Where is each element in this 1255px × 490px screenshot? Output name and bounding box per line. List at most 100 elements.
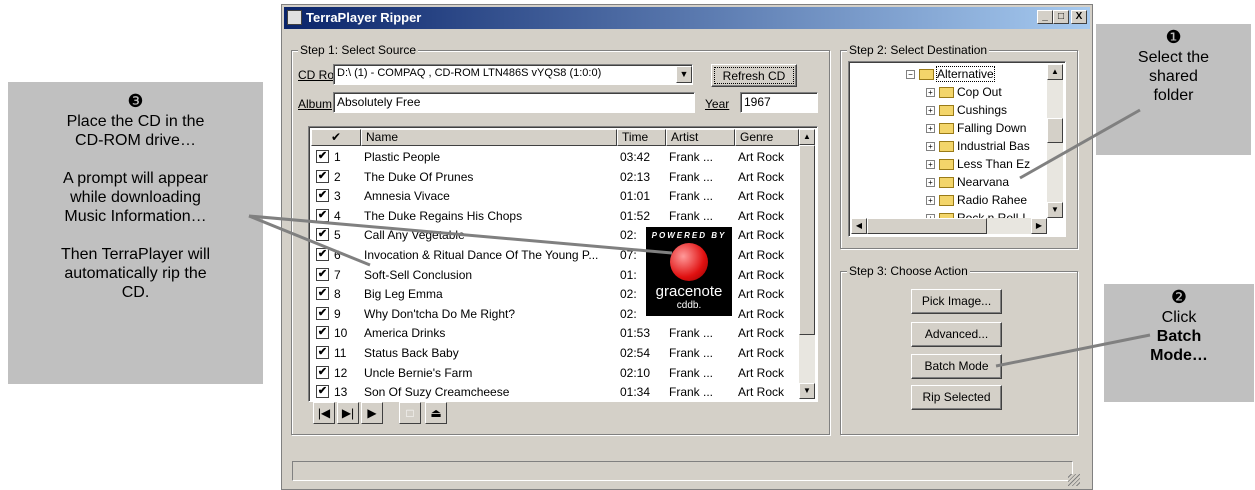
scroll-down-icon[interactable]: ▼	[1047, 202, 1063, 218]
window-title: TerraPlayer Ripper	[306, 10, 422, 25]
rip-selected-button[interactable]: Rip Selected	[911, 385, 1002, 410]
track-checkbox[interactable]: ✔	[316, 189, 329, 203]
table-row[interactable]: ✔ 10 America Drinks 01:53 Frank ... Art Rock	[311, 323, 791, 343]
chevron-down-icon[interactable]: ▼	[676, 66, 692, 83]
header-time[interactable]: Time	[617, 129, 666, 146]
stop-icon[interactable]: □	[399, 402, 421, 424]
close-button[interactable]: X	[1071, 10, 1087, 24]
eject-icon[interactable]: ⏏	[425, 402, 447, 424]
track-checkbox[interactable]: ✔	[316, 248, 329, 261]
callout-number-3: ❸	[127, 91, 144, 112]
track-checkbox[interactable]: ✔	[316, 287, 329, 301]
track-genre: Art Rock	[738, 385, 785, 400]
track-checkbox[interactable]: ✔	[316, 208, 329, 222]
track-artist: Frank ...	[669, 169, 714, 184]
track-artist: Frank ...	[669, 150, 714, 164]
track-checkbox[interactable]: ✔	[316, 267, 329, 281]
callout-text-line: Mode…	[1150, 347, 1208, 364]
track-genre: Art Rock	[738, 189, 785, 204]
tree-vscroll[interactable]: ▲ ▼	[1047, 64, 1063, 218]
refresh-cd-button[interactable]: Refresh CD	[711, 64, 797, 87]
minimize-button[interactable]: _	[1037, 10, 1053, 24]
track-number: 11	[334, 346, 347, 360]
track-number: 1	[334, 150, 341, 164]
next-track-icon[interactable]: ▶|	[337, 402, 359, 424]
track-name: Big Leg Emma	[364, 287, 443, 302]
track-genre: Art Rock	[738, 150, 785, 164]
track-name: Son Of Suzy Creamcheese	[364, 385, 510, 400]
scroll-thumb[interactable]	[867, 218, 987, 234]
track-name: Soft-Sell Conclusion	[364, 267, 473, 282]
callout-click-batch: ❷ Click Batch Mode…	[1104, 284, 1254, 402]
track-name: The Duke Of Prunes	[364, 169, 474, 184]
expand-icon[interactable]: +	[926, 88, 935, 97]
prev-track-icon[interactable]: |◀	[313, 402, 335, 424]
scroll-thumb[interactable]	[799, 145, 815, 335]
play-icon[interactable]: ▶	[361, 402, 383, 424]
track-time: 07:	[620, 248, 637, 262]
gracenote-ball-icon	[670, 243, 708, 281]
folder-icon	[939, 195, 954, 206]
folder-open-icon	[919, 69, 934, 80]
title-bar[interactable]: TerraPlayer Ripper _ □ X	[284, 7, 1090, 29]
gracenote-powered: POWERED BY	[651, 231, 727, 240]
table-row[interactable]: ✔ 2 The Duke Of Prunes 02:13 Frank ... Art Ro…	[311, 167, 791, 187]
gracenote-logo: POWERED BY gracenote cddb.	[646, 227, 732, 316]
callout-text-line: Batch	[1156, 328, 1202, 345]
scroll-up-icon[interactable]: ▲	[799, 129, 815, 145]
scroll-down-icon[interactable]: ▼	[799, 383, 815, 399]
callout-text-line: automatically rip the	[64, 265, 207, 282]
track-time: 02:54	[620, 346, 651, 360]
table-scrollbar[interactable]: ▲ ▼	[799, 129, 815, 399]
scroll-left-icon[interactable]: ◀	[851, 218, 867, 234]
tree-hscroll[interactable]: ◀ ▶	[851, 218, 1047, 234]
scroll-right-icon[interactable]: ▶	[1031, 218, 1047, 234]
track-number: 2	[334, 169, 341, 184]
header-name[interactable]: Name	[361, 129, 617, 146]
track-checkbox[interactable]: ✔	[316, 150, 329, 163]
table-header: ✔ Name Time Artist Genre	[311, 129, 806, 146]
table-row[interactable]: ✔ 4 The Duke Regains His Chops 01:52 Frank .…	[311, 206, 791, 226]
track-checkbox[interactable]: ✔	[316, 326, 329, 340]
table-row[interactable]: ✔ 13 Son Of Suzy Creamcheese 01:34 Frank ...…	[311, 382, 791, 401]
track-checkbox[interactable]: ✔	[316, 228, 329, 242]
expand-icon[interactable]: +	[926, 196, 935, 205]
table-row[interactable]: ✔ 1 Plastic People 03:42 Frank ... Art Rock	[311, 147, 791, 167]
expand-icon[interactable]: +	[926, 106, 935, 115]
header-check[interactable]: ✔	[311, 129, 361, 146]
track-checkbox[interactable]: ✔	[316, 346, 329, 359]
folder-tree[interactable]: − Alternative + Cop Out + Cushings + Falling …	[848, 61, 1066, 237]
album-field[interactable]: Absolutely Free	[333, 92, 695, 113]
track-number: 7	[334, 267, 341, 282]
track-checkbox[interactable]: ✔	[316, 306, 329, 320]
track-name: The Duke Regains His Chops	[364, 208, 523, 223]
table-row[interactable]: ✔ 11 Status Back Baby 02:54 Frank ... Art Roc…	[311, 343, 791, 363]
track-name: Amnesia Vivace	[364, 189, 450, 204]
expand-icon[interactable]: +	[926, 124, 935, 133]
expand-icon[interactable]: +	[926, 178, 935, 187]
scroll-up-icon[interactable]: ▲	[1047, 64, 1063, 80]
header-artist[interactable]: Artist	[666, 129, 735, 146]
table-row[interactable]: ✔ 3 Amnesia Vivace 01:01 Frank ... Art Rock	[311, 186, 791, 206]
track-number: 10	[334, 326, 348, 341]
pick-image-button[interactable]: Pick Image...	[911, 289, 1002, 314]
header-genre[interactable]: Genre	[735, 129, 799, 146]
resize-grip-icon[interactable]	[1068, 474, 1080, 486]
expand-icon[interactable]: +	[926, 142, 935, 151]
track-genre: Art Rock	[738, 208, 785, 223]
track-artist: Frank ...	[669, 346, 714, 360]
track-time: 01:53	[620, 326, 651, 341]
table-row[interactable]: ✔ 12 Uncle Bernie's Farm 02:10 Frank ... Art …	[311, 363, 791, 383]
year-field[interactable]: 1967	[740, 92, 818, 113]
scroll-thumb[interactable]	[1047, 118, 1063, 143]
track-checkbox[interactable]: ✔	[316, 169, 329, 183]
callout-text-line: while downloading	[70, 189, 201, 206]
batch-mode-button[interactable]: Batch Mode	[911, 354, 1002, 379]
track-checkbox[interactable]: ✔	[316, 385, 329, 399]
cdrom-select[interactable]: D:\ (1) - COMPAQ , CD-ROM LTN486S vYQS8 …	[333, 64, 693, 85]
advanced-button[interactable]: Advanced...	[911, 322, 1002, 347]
maximize-button[interactable]: □	[1053, 10, 1069, 24]
callout-number-2: ❷	[1170, 287, 1188, 308]
expand-icon[interactable]: +	[926, 160, 935, 169]
track-checkbox[interactable]: ✔	[316, 365, 329, 379]
